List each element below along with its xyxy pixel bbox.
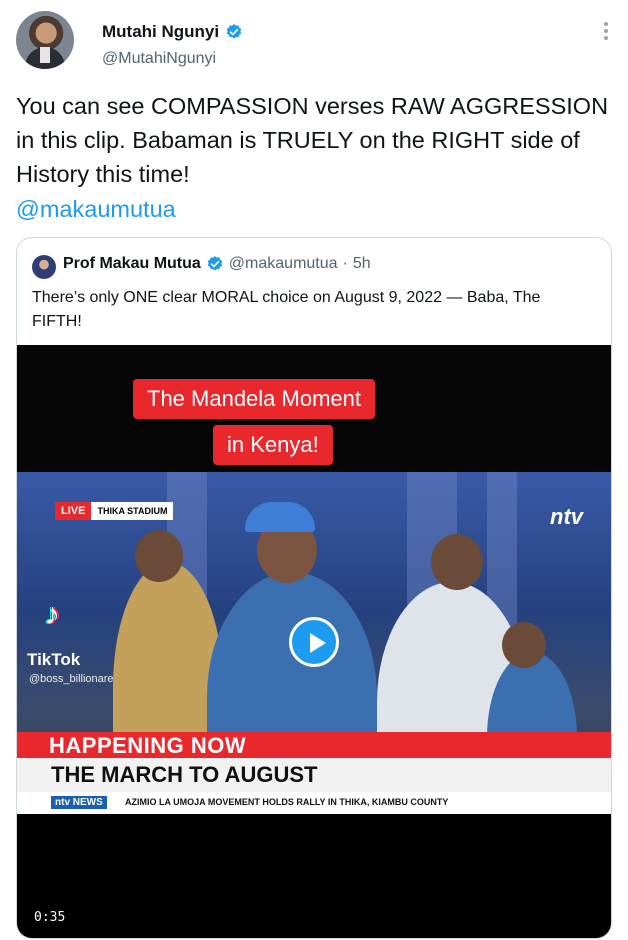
quoted-header: Prof Makau Mutua @makaumutua · 5h <box>63 255 371 273</box>
quoted-author-avatar[interactable] <box>32 255 56 279</box>
live-label: LIVE <box>55 502 92 520</box>
quoted-display-name[interactable]: Prof Makau Mutua <box>63 255 201 273</box>
avatar-collar <box>40 47 50 63</box>
more-dot <box>604 22 608 26</box>
verified-badge-icon <box>226 24 242 39</box>
tweet-text: You can see COMPASSION verses RAW AGGRES… <box>16 93 609 187</box>
author-handle[interactable]: @MutahiNgunyi <box>102 50 216 68</box>
location-label: THIKA STADIUM <box>91 502 174 520</box>
video-caption-line1: The Mandela Moment <box>133 379 375 419</box>
crowd-head <box>135 530 183 582</box>
author-display-name[interactable]: Mutahi Ngunyi <box>102 22 219 42</box>
tiktok-username: @boss_billionare <box>29 673 114 685</box>
quoted-handle[interactable]: @makaumutua <box>229 255 338 273</box>
quoted-tweet[interactable]: Prof Makau Mutua @makaumutua · 5h There’… <box>16 237 612 939</box>
speaker-cap <box>245 502 315 532</box>
video-caption-line2: in Kenya! <box>213 425 333 465</box>
crowd-head <box>502 622 546 668</box>
news-ticker: ntv NEWS AZIMIO LA UMOJA MOVEMENT HOLDS … <box>17 792 611 814</box>
happening-now-text: HAPPENING NOW <box>49 733 247 758</box>
video-duration: 0:35 <box>34 910 66 925</box>
quoted-tweet-text: There’s only ONE clear MORAL choice on A… <box>32 289 541 330</box>
ntv-logo: ntv <box>550 504 583 529</box>
happening-now-banner: HAPPENING NOW <box>17 732 611 758</box>
tiktok-icon: ♪ <box>45 598 60 631</box>
quoted-timestamp[interactable]: 5h <box>353 255 371 273</box>
video-player[interactable]: The Mandela Moment in Kenya! LIVE THIKA … <box>17 345 611 938</box>
video-frame: LIVE THIKA STADIUM ntv ♪ TikTok @boss_bi… <box>17 472 611 814</box>
more-options-icon[interactable] <box>602 22 610 40</box>
headline-text: THE MARCH TO AUGUST <box>51 762 318 787</box>
ticker-text: AZIMIO LA UMOJA MOVEMENT HOLDS RALLY IN … <box>125 797 449 807</box>
more-dot <box>604 36 608 40</box>
video-caption-area: The Mandela Moment in Kenya! <box>17 345 611 472</box>
ticker-tag: ntv NEWS <box>51 796 107 809</box>
separator-dot: · <box>342 255 348 272</box>
tiktok-watermark: TikTok <box>27 650 81 669</box>
more-dot <box>604 29 608 33</box>
author-name-row: Mutahi Ngunyi <box>102 22 243 42</box>
tweet-author-avatar[interactable] <box>16 11 74 69</box>
mention-link[interactable]: @makaumutua <box>16 196 176 223</box>
verified-badge-icon <box>207 256 223 271</box>
crowd-head <box>431 534 483 590</box>
headline-bar: THE MARCH TO AUGUST <box>17 758 611 792</box>
play-icon[interactable] <box>289 617 339 667</box>
live-indicator: LIVE THIKA STADIUM <box>55 502 174 520</box>
